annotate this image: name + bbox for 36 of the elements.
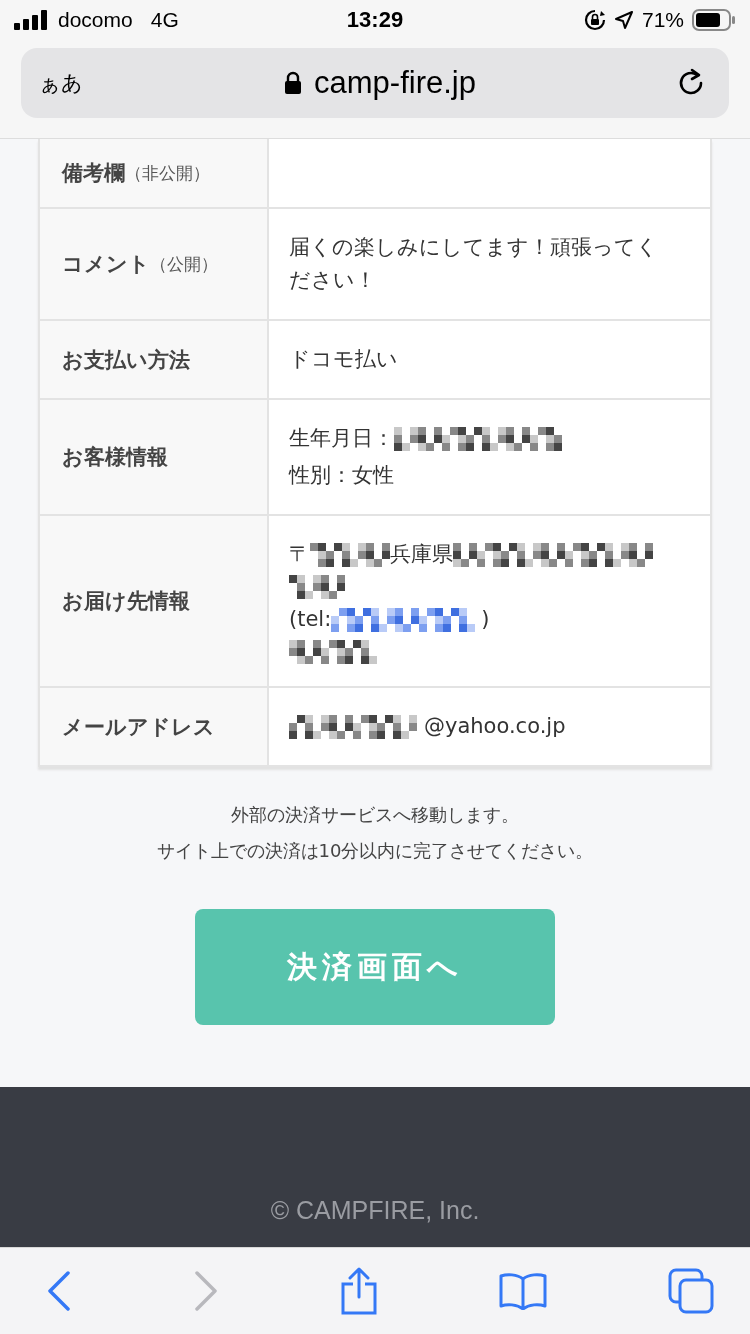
text-size-button[interactable]: ぁあ <box>39 69 83 97</box>
copyright-text: © CAMPFIRE, Inc. <box>270 1196 480 1225</box>
value-text: ドコモ払い <box>289 346 398 373</box>
value-text: ) <box>481 606 490 633</box>
value-text: 性別：女性 <box>289 462 394 489</box>
signal-icon <box>14 10 50 30</box>
battery-icon <box>692 9 736 31</box>
value-text: @yahoo.co.jp <box>424 713 566 740</box>
row-label: お届け先情報 <box>62 588 190 615</box>
network-type: 4G <box>150 8 179 32</box>
share-icon[interactable] <box>340 1267 378 1315</box>
row-label: お支払い方法 <box>62 346 190 374</box>
clock-time: 13:29 <box>346 7 404 33</box>
row-label: お客様情報 <box>62 444 168 471</box>
notice-text: 外部の決済サービスへ移動します。 <box>230 803 520 827</box>
notice-text: サイト上での決済は10分以内に完了させてください。 <box>156 839 594 863</box>
value-text: 〒 <box>289 541 310 568</box>
rotation-lock-icon <box>583 9 606 31</box>
value-text: (tel: <box>289 606 332 633</box>
battery-percent: 71% <box>641 8 684 32</box>
row-label: 備考欄 <box>62 160 125 187</box>
row-label: コメント <box>62 251 150 278</box>
value-text: 兵庫県 <box>390 541 453 568</box>
carrier-name: docomo <box>58 8 133 32</box>
visibility-note: （非公開） <box>125 161 210 185</box>
value-text: 生年月日： <box>289 425 394 452</box>
tabs-icon[interactable] <box>668 1268 714 1314</box>
location-arrow-icon <box>613 10 634 30</box>
back-icon[interactable] <box>46 1271 72 1311</box>
value-text: 届くの楽しみにしてます！頑張ってください！ <box>289 234 659 294</box>
row-label: メールアドレス <box>62 713 215 741</box>
page-url: camp-fire.jp <box>314 65 476 101</box>
visibility-note: （公開） <box>150 252 218 276</box>
address-bar[interactable]: ぁあ camp-fire.jp <box>21 48 729 118</box>
lock-icon <box>284 71 303 95</box>
book-icon[interactable] <box>499 1272 547 1310</box>
